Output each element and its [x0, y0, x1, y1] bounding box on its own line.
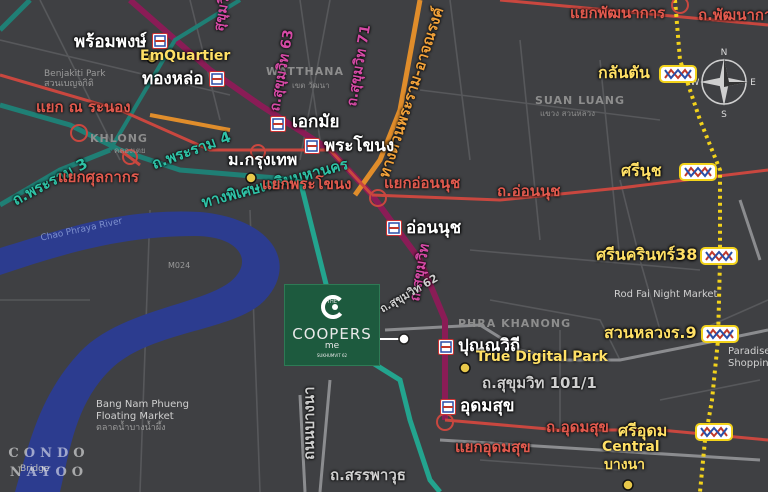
- yaek-na-ranong: แยก ณ ระนอง: [36, 98, 131, 116]
- train-station-icon: [659, 65, 697, 83]
- station-suan-luang-r9: สวนหลวงร.9: [604, 323, 697, 342]
- train-station-icon: [438, 339, 454, 355]
- paradise-label: Paradise: [728, 346, 768, 357]
- station-udom-suk: อุดมสุข: [460, 396, 515, 416]
- m024-label: M024: [168, 261, 191, 270]
- benjakiti-park-th-label: สวนเบญจกิติ: [44, 79, 94, 89]
- train-station-icon: [440, 399, 456, 415]
- landmark-emquartier: EmQuartier: [140, 48, 231, 64]
- train-station-icon: [679, 163, 717, 181]
- central-dot: [622, 479, 634, 491]
- project-suffix: me: [324, 341, 340, 351]
- train-station-icon: [209, 71, 225, 87]
- true-digital-park-dot: [459, 362, 471, 374]
- project-pointer: [398, 333, 410, 345]
- yaek-phra-khanong: แยกพระโขนง: [262, 175, 352, 193]
- station-bangkok-univ: ม.กรุงเทพ: [228, 150, 298, 169]
- yaek-phatthanakan: แยกพัฒนาการ: [570, 4, 666, 22]
- station-thong-lo: ทองหล่อ: [142, 69, 204, 89]
- yaek-sri-kathan: แยกศุลกากร: [58, 168, 139, 186]
- location-map: N E S W Benjakiti Park สวนเบญจกิติ WATTH…: [0, 0, 768, 492]
- project-subtitle: SUKHUMVIT 62: [316, 353, 348, 358]
- floating-market-label: Floating Market: [96, 411, 174, 422]
- yaek-on-nut: แยกอ่อนนุช: [384, 174, 461, 192]
- road-udom-suk: ถ.อุดมสุข: [546, 418, 609, 436]
- train-station-icon: [386, 220, 402, 236]
- train-station-icon: [270, 116, 286, 132]
- area-suan-luang-th: แขวง สวนหลวง: [540, 109, 595, 118]
- paradise-label-2: Shoppin: [728, 358, 768, 369]
- svg-text:N: N: [721, 48, 728, 58]
- road-on-nut: ถ.อ่อนนุช: [497, 182, 561, 200]
- station-on-nut: อ่อนนุช: [406, 218, 462, 238]
- train-station-icon: [701, 325, 739, 343]
- area-suan-luang: SUAN LUANG: [535, 94, 626, 107]
- coopers-logo-icon: [321, 295, 345, 319]
- station-phrom-phong: พร้อมพงษ์: [74, 32, 147, 52]
- station-sri-nut: ศรีนุช: [621, 161, 662, 180]
- landmark-true-digital-park: True Digital Park: [476, 349, 608, 365]
- train-station-icon: [304, 138, 320, 154]
- station-sri-udom: ศรีอุดม: [618, 421, 668, 440]
- road-sanphawut: ถ.สรรพาวุธ: [330, 466, 406, 484]
- area-khlong-toei-th: คลองเตย: [114, 146, 146, 155]
- bang-nam-phueng-label: Bang Nam Phueng: [96, 399, 189, 410]
- road-phatthanakan: ถ.พัฒนาการ: [698, 6, 768, 24]
- project-logo: THE COOPERS me SUKHUMVIT 62: [284, 284, 380, 366]
- floating-market-th-label: ตลาดน้ำบางน้ำผึ้ง: [96, 423, 166, 433]
- compass-rose-icon: N E S W: [691, 48, 757, 120]
- train-station-icon: [700, 247, 738, 265]
- benjakiti-park-label: Benjakiti Park: [44, 69, 106, 79]
- watermark-line1: CONDO: [8, 446, 90, 461]
- rod-fai-label: Rod Fai Night Market: [614, 289, 718, 300]
- yaek-udom-suk: แยกอุดมสุข: [455, 438, 531, 456]
- landmark-bang-na: บางนา: [604, 457, 646, 473]
- area-khlong-toei: KHLONG: [90, 132, 148, 145]
- station-srinagarindra-38: ศรีนครินทร์38: [596, 245, 698, 264]
- svg-text:S: S: [721, 110, 727, 120]
- train-station-icon: [695, 423, 733, 441]
- station-klan-tan: กลันตัน: [598, 63, 650, 82]
- svg-text:E: E: [750, 78, 756, 88]
- station-ekkamai: เอกมัย: [292, 112, 340, 132]
- area-watthana-th: เขต วัฒนา: [292, 81, 330, 90]
- watermark-line2: NAYOO: [9, 465, 89, 480]
- station-phra-khanong: พระโขนง: [324, 136, 395, 156]
- train-station-icon: [152, 33, 168, 49]
- road-sukhumvit-101-1: ถ.สุขุมวิท 101/1: [482, 374, 597, 392]
- road-bang-na: ถนนบางนา: [300, 386, 318, 460]
- landmark-central: Central: [602, 439, 660, 455]
- area-phra-khanong: PHRA KHANONG: [458, 317, 572, 330]
- project-brand-small: THE: [327, 299, 337, 305]
